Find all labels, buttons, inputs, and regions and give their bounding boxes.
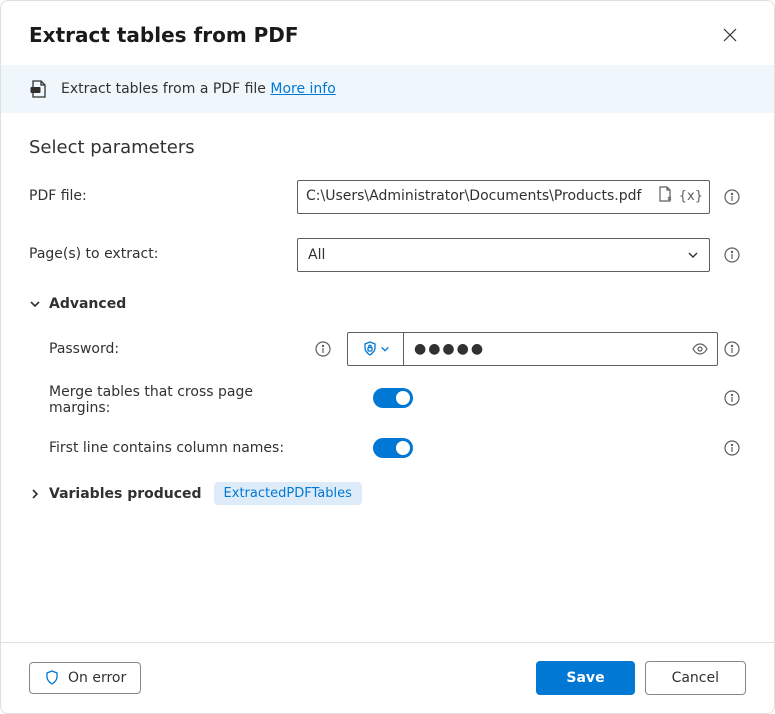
row-merge: Merge tables that cross page margins: <box>49 384 746 416</box>
eye-icon <box>692 341 708 357</box>
dialog-title: Extract tables from PDF <box>29 23 299 47</box>
password-info-button-left[interactable] <box>309 335 337 363</box>
dialog-header: Extract tables from PDF <box>1 1 774 65</box>
info-icon <box>724 247 740 263</box>
shield-lock-icon <box>362 341 378 357</box>
password-type-selector[interactable] <box>348 333 404 365</box>
variables-label: Variables produced <box>49 486 202 502</box>
advanced-body: Password: ●●●●● <box>29 332 746 462</box>
variables-toggle[interactable]: Variables produced <box>29 486 202 502</box>
file-picker-icon[interactable] <box>657 186 673 209</box>
row-pages: Page(s) to extract: All <box>29 238 746 272</box>
dialog-footer: On error Save Cancel <box>1 642 774 713</box>
info-icon <box>724 390 740 406</box>
info-bar: PDF Extract tables from a PDF file More … <box>1 65 774 113</box>
password-reveal-button[interactable] <box>683 333 717 365</box>
dialog-body: Select parameters PDF file: C:\Users\Adm… <box>1 113 774 642</box>
variable-picker-icon[interactable]: {x} <box>679 188 703 206</box>
pdf-icon: PDF <box>29 79 49 99</box>
variable-badge[interactable]: ExtractedPDFTables <box>214 482 362 505</box>
chevron-right-icon <box>29 488 41 500</box>
info-icon <box>724 189 740 205</box>
pages-select-value: All <box>308 247 325 263</box>
on-error-button[interactable]: On error <box>29 662 141 694</box>
merge-toggle[interactable] <box>373 388 413 408</box>
merge-info-button[interactable] <box>718 384 746 412</box>
pages-info-button[interactable] <box>718 241 746 269</box>
password-info-button[interactable] <box>718 335 746 363</box>
row-password: Password: ●●●●● <box>49 332 746 366</box>
info-bar-text: Extract tables from a PDF file More info <box>61 81 336 97</box>
pdf-file-info-button[interactable] <box>718 183 746 211</box>
shield-icon <box>44 670 60 686</box>
password-label: Password: <box>49 341 119 357</box>
advanced-toggle[interactable]: Advanced <box>29 296 746 312</box>
info-icon <box>724 440 740 456</box>
svg-text:PDF: PDF <box>32 88 41 93</box>
save-button[interactable]: Save <box>536 661 634 695</box>
close-button[interactable] <box>714 19 746 51</box>
chevron-down-icon <box>29 298 41 310</box>
pages-select[interactable]: All <box>297 238 710 272</box>
section-title: Select parameters <box>29 137 746 158</box>
variables-row: Variables produced ExtractedPDFTables <box>29 482 746 505</box>
chevron-down-icon <box>687 249 699 261</box>
info-icon <box>724 341 740 357</box>
first-line-label: First line contains column names: <box>49 440 284 456</box>
advanced-label: Advanced <box>49 296 126 312</box>
first-line-info-button[interactable] <box>718 434 746 462</box>
pages-label: Page(s) to extract: <box>29 238 289 262</box>
chevron-down-icon <box>380 344 390 354</box>
password-value[interactable]: ●●●●● <box>404 333 683 365</box>
merge-label: Merge tables that cross page margins: <box>49 384 269 416</box>
info-icon <box>315 341 331 357</box>
password-input[interactable]: ●●●●● <box>347 332 718 366</box>
close-icon <box>723 28 737 42</box>
cancel-button[interactable]: Cancel <box>645 661 746 695</box>
info-bar-desc: Extract tables from a PDF file <box>61 81 270 97</box>
row-first-line: First line contains column names: <box>49 434 746 462</box>
on-error-label: On error <box>68 670 126 686</box>
pdf-file-value: C:\Users\Administrator\Documents\Product… <box>306 187 641 207</box>
first-line-toggle[interactable] <box>373 438 413 458</box>
dialog: Extract tables from PDF PDF Extract tabl… <box>0 0 775 714</box>
more-info-link[interactable]: More info <box>270 81 335 97</box>
pdf-file-label: PDF file: <box>29 180 289 204</box>
row-pdf-file: PDF file: C:\Users\Administrator\Documen… <box>29 180 746 214</box>
pdf-file-input[interactable]: C:\Users\Administrator\Documents\Product… <box>297 180 710 214</box>
